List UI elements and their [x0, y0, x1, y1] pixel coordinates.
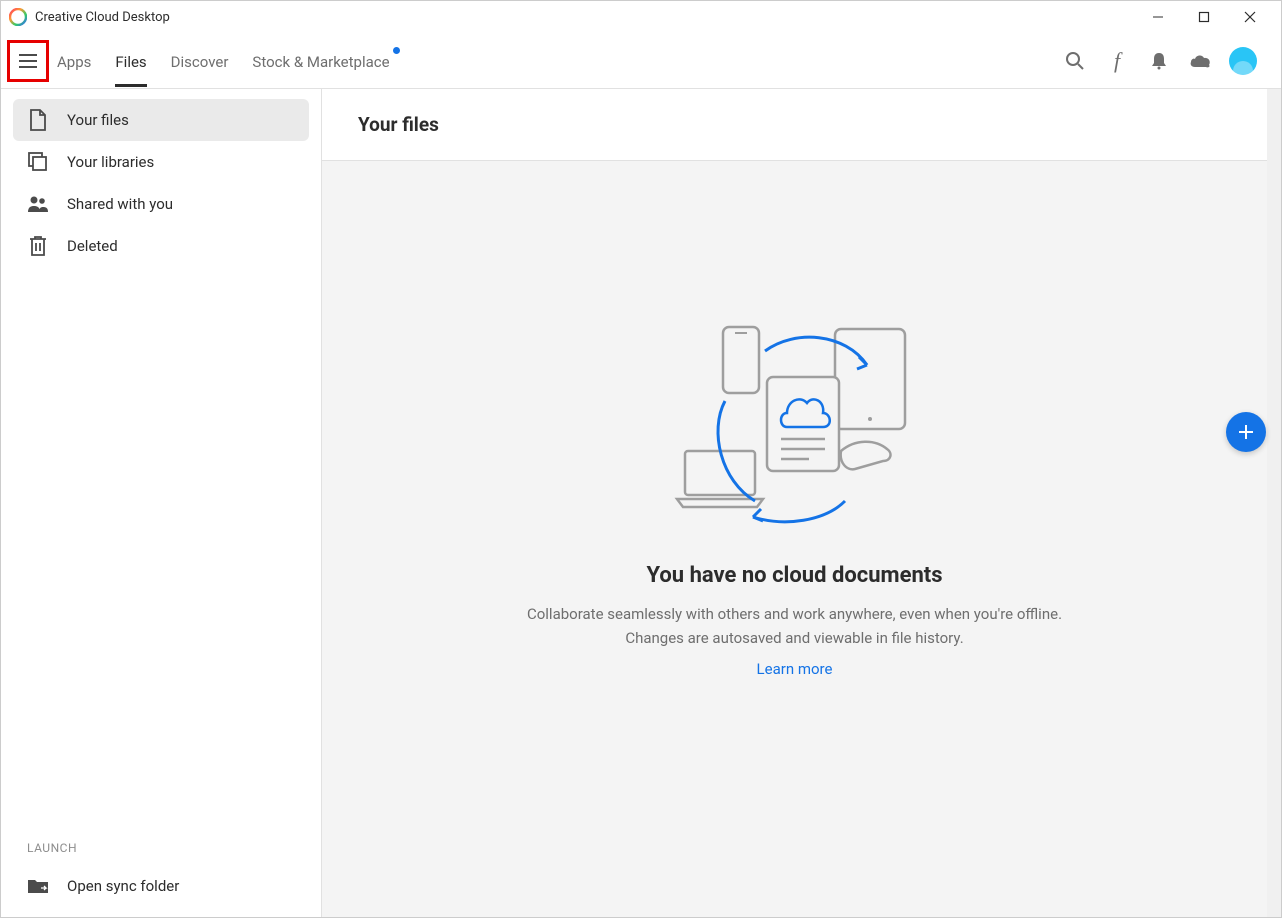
sidebar-item-label: Your files [67, 111, 129, 129]
page-title: Your files [358, 113, 1231, 136]
tab-discover[interactable]: Discover [171, 35, 229, 87]
content-body: You have no cloud documents Collaborate … [322, 161, 1267, 917]
close-button[interactable] [1227, 1, 1273, 33]
add-button[interactable] [1226, 412, 1266, 452]
fonts-icon[interactable]: f [1103, 47, 1131, 75]
top-nav: Apps Files Discover Stock & Marketplace … [1, 33, 1281, 89]
notifications-icon[interactable] [1145, 47, 1173, 75]
nav-icons: f [1061, 47, 1273, 75]
shared-icon [27, 193, 49, 215]
titlebar: Creative Cloud Desktop [1, 1, 1281, 33]
minimize-button[interactable] [1135, 1, 1181, 33]
tab-stock-marketplace[interactable]: Stock & Marketplace [252, 35, 389, 87]
trash-icon [27, 235, 49, 257]
cloud-sync-icon[interactable] [1187, 47, 1215, 75]
sidebar-section-launch: LAUNCH [13, 841, 309, 865]
window-controls [1135, 1, 1273, 33]
scrollbar[interactable] [1267, 89, 1281, 917]
empty-state-title: You have no cloud documents [646, 563, 942, 588]
content-header: Your files [322, 89, 1267, 161]
sidebar: Your files Your libraries Shared with yo… [1, 89, 321, 917]
tab-stock-label: Stock & Marketplace [252, 53, 389, 71]
empty-illustration [665, 321, 925, 535]
sidebar-item-label: Your libraries [67, 153, 154, 171]
sidebar-item-your-libraries[interactable]: Your libraries [13, 141, 309, 183]
window-title: Creative Cloud Desktop [35, 10, 1135, 25]
empty-state-description: Collaborate seamlessly with others and w… [515, 602, 1075, 650]
tab-files[interactable]: Files [115, 35, 146, 87]
sidebar-item-deleted[interactable]: Deleted [13, 225, 309, 267]
folder-sync-icon [27, 875, 49, 897]
app-icon [9, 8, 27, 26]
user-avatar[interactable] [1229, 47, 1257, 75]
sidebar-item-label: Shared with you [67, 195, 173, 213]
search-icon[interactable] [1061, 47, 1089, 75]
hamburger-menu-button[interactable] [10, 43, 46, 79]
sidebar-item-shared[interactable]: Shared with you [13, 183, 309, 225]
main-area: Your files Your libraries Shared with yo… [1, 89, 1281, 917]
learn-more-link[interactable]: Learn more [757, 660, 833, 678]
hamburger-highlight [7, 40, 49, 82]
nav-tabs: Apps Files Discover Stock & Marketplace [57, 35, 390, 87]
file-icon [27, 109, 49, 131]
sidebar-item-open-sync-folder[interactable]: Open sync folder [13, 865, 309, 907]
sidebar-item-label: Open sync folder [67, 877, 179, 895]
sidebar-item-your-files[interactable]: Your files [13, 99, 309, 141]
libraries-icon [27, 151, 49, 173]
sidebar-item-label: Deleted [67, 237, 118, 255]
notification-dot-icon [393, 47, 400, 54]
maximize-button[interactable] [1181, 1, 1227, 33]
content-area: Your files [321, 89, 1267, 917]
tab-apps[interactable]: Apps [57, 35, 91, 87]
